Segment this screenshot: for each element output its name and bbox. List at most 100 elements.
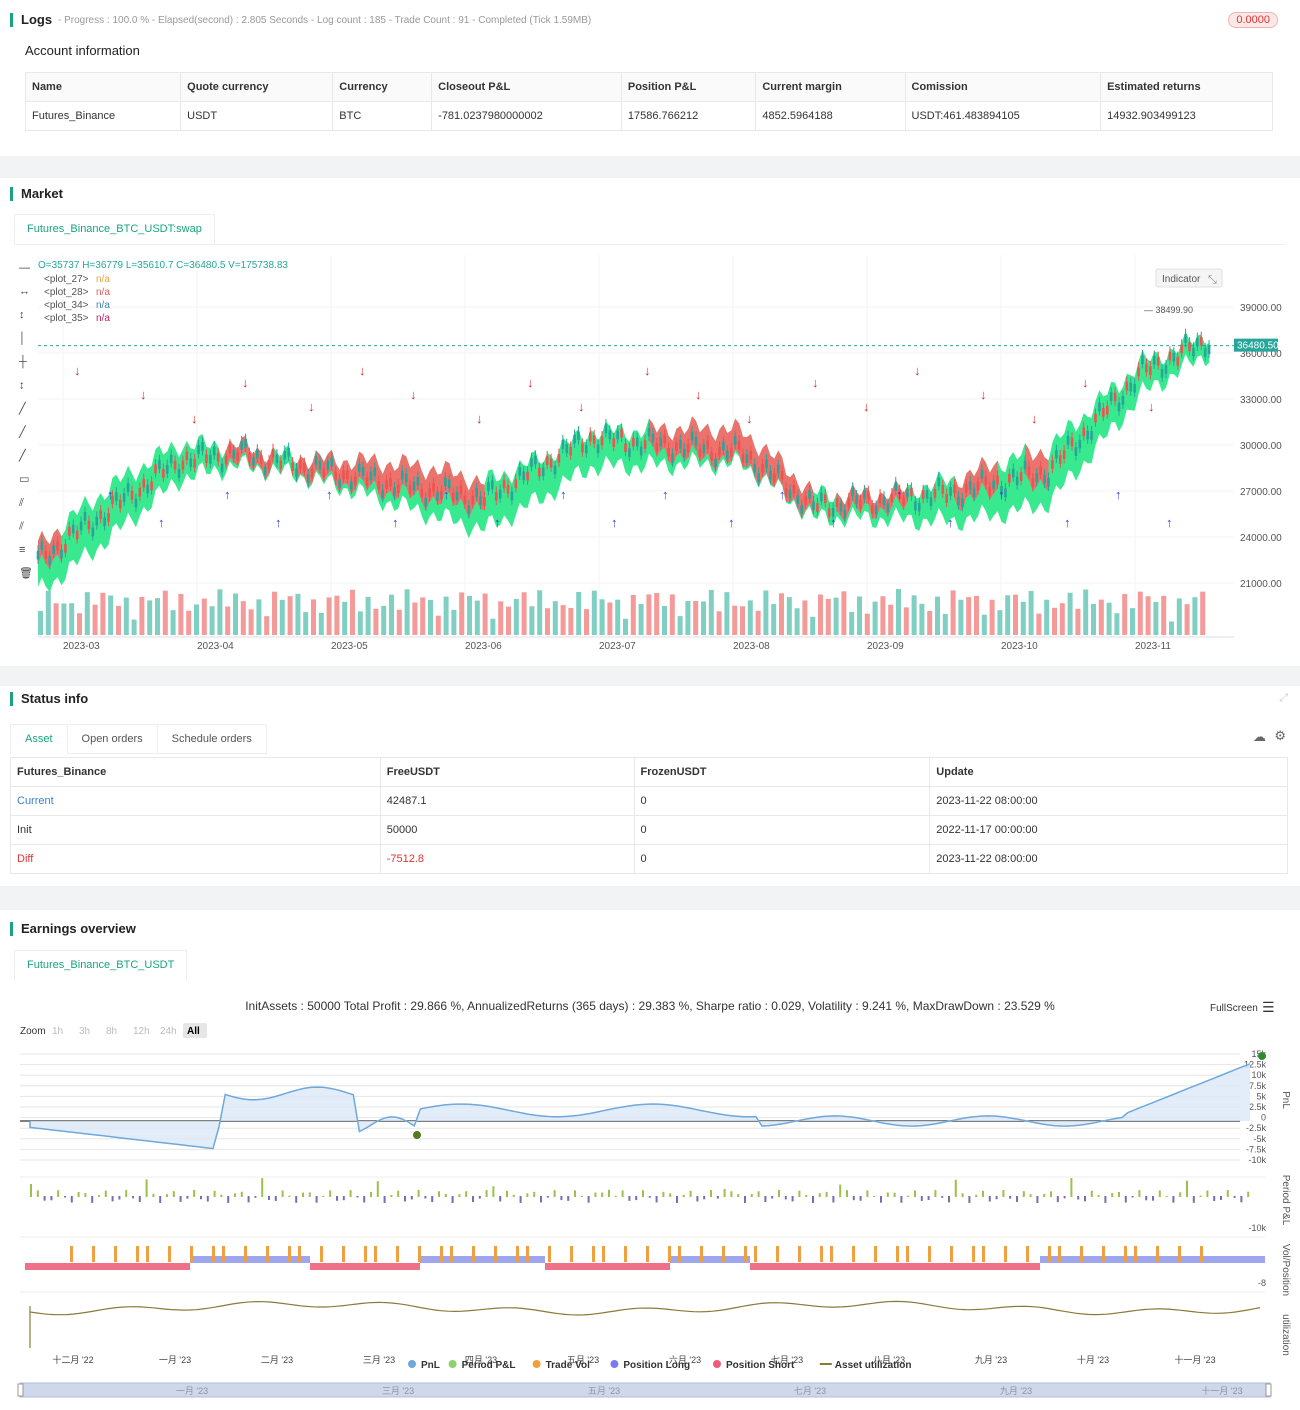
drawing-tool-icon[interactable]: ▭ (19, 474, 29, 486)
asset-cell: Init (10, 815, 381, 845)
volume-bar (732, 605, 738, 635)
asset-col-header: FrozenUSDT (633, 757, 931, 787)
nav-tick-label: 七月 '23 (794, 1386, 826, 1396)
long-marker-icon: ↑ (998, 487, 1005, 502)
drawing-tool-icon[interactable]: — (19, 262, 30, 274)
legend-item[interactable]: PnL (421, 1360, 440, 1371)
volume-bar (802, 600, 808, 635)
volume-bar (755, 610, 761, 635)
volume-bar (958, 599, 964, 635)
drawing-tool-icon[interactable]: │ (19, 331, 26, 346)
legend-item[interactable]: Asset utilization (835, 1360, 912, 1371)
drawing-tool-icon[interactable]: ≡ (19, 544, 25, 556)
period-pnl-bar (1186, 1180, 1188, 1197)
long-marker-icon: ↑ (779, 487, 786, 502)
zoom-option-1h[interactable]: 1h (52, 1026, 63, 1037)
period-pnl-bar (329, 1190, 332, 1197)
zoom-option-8h[interactable]: 8h (106, 1026, 117, 1037)
period-pnl-bar (315, 1196, 318, 1203)
earnings-chart-svg[interactable]: InitAssets : 50000 Total Profit : 29.866… (0, 980, 1300, 1410)
expand-icon[interactable]: ⤢ (1279, 692, 1288, 705)
period-pnl-bar (546, 1196, 549, 1198)
volume-bar (61, 603, 67, 635)
volume-bar (919, 603, 925, 635)
zoom-option-3h[interactable]: 3h (79, 1026, 90, 1037)
period-pnl-bar (220, 1194, 223, 1197)
nav-handle-left[interactable] (17, 1383, 24, 1397)
fullscreen-button[interactable]: FullScreen (1210, 1003, 1258, 1014)
gear-icon[interactable]: ⚙ (1274, 728, 1286, 744)
nav-tick-label: 十一月 '23 (1201, 1385, 1242, 1396)
period-pnl-bar (1124, 1196, 1127, 1203)
period-pnl-bar (941, 1196, 944, 1198)
volume-bar (1192, 597, 1198, 635)
drawing-tool-icon[interactable]: ╱ (18, 425, 27, 439)
account-col-header: Position P&L (620, 72, 757, 102)
tab-schedule-orders[interactable]: Schedule orders (156, 724, 267, 754)
drawing-tool-icon[interactable]: ╱ (18, 448, 27, 462)
nav-handle-right[interactable] (1265, 1383, 1272, 1397)
volume-bar (763, 590, 769, 635)
asset-cell: 2022-11-17 00:00:00 (929, 815, 1288, 845)
legend-item[interactable]: Trade Vol (546, 1360, 590, 1371)
period-pnl-bar (798, 1190, 801, 1197)
zoom-option-All[interactable]: All (187, 1026, 200, 1037)
period-pnl-bar (642, 1190, 644, 1197)
period-pnl-bar (703, 1196, 706, 1200)
tab-open-orders[interactable]: Open orders (66, 724, 158, 754)
legend-item[interactable]: Position Short (726, 1360, 795, 1371)
trade-vol-bar (548, 1246, 551, 1262)
volume-bar (1059, 603, 1065, 635)
long-marker-icon: ↑ (1115, 487, 1122, 502)
volume-bar (342, 601, 348, 635)
drawing-tool-icon[interactable]: ↔ (19, 286, 30, 298)
trade-vol-bar (516, 1246, 519, 1262)
period-pnl-bar (1233, 1196, 1236, 1198)
asset-cell: 2023-11-22 08:00:00 (929, 786, 1288, 816)
cloud-download-icon[interactable]: ☁ (1253, 729, 1266, 745)
drawing-tool-icon[interactable]: ↕ (19, 380, 25, 392)
period-pnl-bar (234, 1193, 236, 1197)
volume-bar (1200, 591, 1206, 635)
drawing-tool-icon[interactable]: ┼ (18, 354, 27, 369)
period-pnl-bar (1104, 1196, 1107, 1203)
nav-tick-label: 三月 '23 (382, 1386, 414, 1396)
volume-bar (552, 601, 558, 635)
expand-icon[interactable]: ⤡ (1208, 274, 1217, 286)
legend-item[interactable]: Position Long (623, 1360, 690, 1371)
pnl-tick-label: -10k (1248, 1155, 1266, 1165)
trade-vol-bar (646, 1246, 649, 1262)
volume-bar (279, 599, 285, 635)
trade-vol-bar (526, 1246, 529, 1262)
period-pnl-bar (540, 1196, 542, 1203)
candlestick-chart[interactable]: 39000.00 36000.00 33000.00 30000.00 27000.00… (14, 244, 1286, 664)
asset-cell: 0 (633, 844, 931, 874)
period-pnl-bar (601, 1192, 604, 1197)
short-marker-icon: ↓ (308, 399, 315, 414)
volume-bar (225, 606, 231, 635)
volume-bar (170, 610, 176, 635)
volume-bar (864, 613, 870, 635)
period-pnl-bar (30, 1184, 32, 1197)
period-pnl-bar (288, 1195, 291, 1197)
zoom-option-24h[interactable]: 24h (160, 1026, 177, 1037)
short-marker-icon: ↓ (191, 411, 198, 426)
nav-tick-label: 一月 '23 (176, 1386, 208, 1396)
tab-earnings-symbol[interactable]: Futures_Binance_BTC_USDT (14, 950, 188, 981)
menu-icon[interactable]: ☰ (1262, 999, 1275, 1015)
drawing-tool-icon[interactable]: ╱ (18, 401, 27, 415)
drawing-tool-icon[interactable]: ↕ (19, 309, 25, 321)
drawing-tool-icon[interactable]: ⫽ (18, 497, 24, 509)
legend-item[interactable]: Period P&L (462, 1360, 516, 1371)
volume-bar (396, 609, 402, 635)
drawing-tool-icon[interactable]: ⫽ (18, 521, 24, 533)
volume-bar (311, 599, 316, 635)
period-tick-label: -10k (1248, 1223, 1266, 1233)
tab-market-symbol[interactable]: Futures_Binance_BTC_USDT:swap (14, 214, 215, 245)
tab-asset[interactable]: Asset (10, 724, 68, 754)
period-pnl-bar (64, 1196, 66, 1198)
drawing-tool-icon[interactable]: 🗑 (19, 567, 33, 580)
period-pnl-bar (512, 1194, 515, 1197)
y-tick-label: 30000.00 (1240, 441, 1282, 452)
zoom-option-12h[interactable]: 12h (133, 1026, 150, 1037)
